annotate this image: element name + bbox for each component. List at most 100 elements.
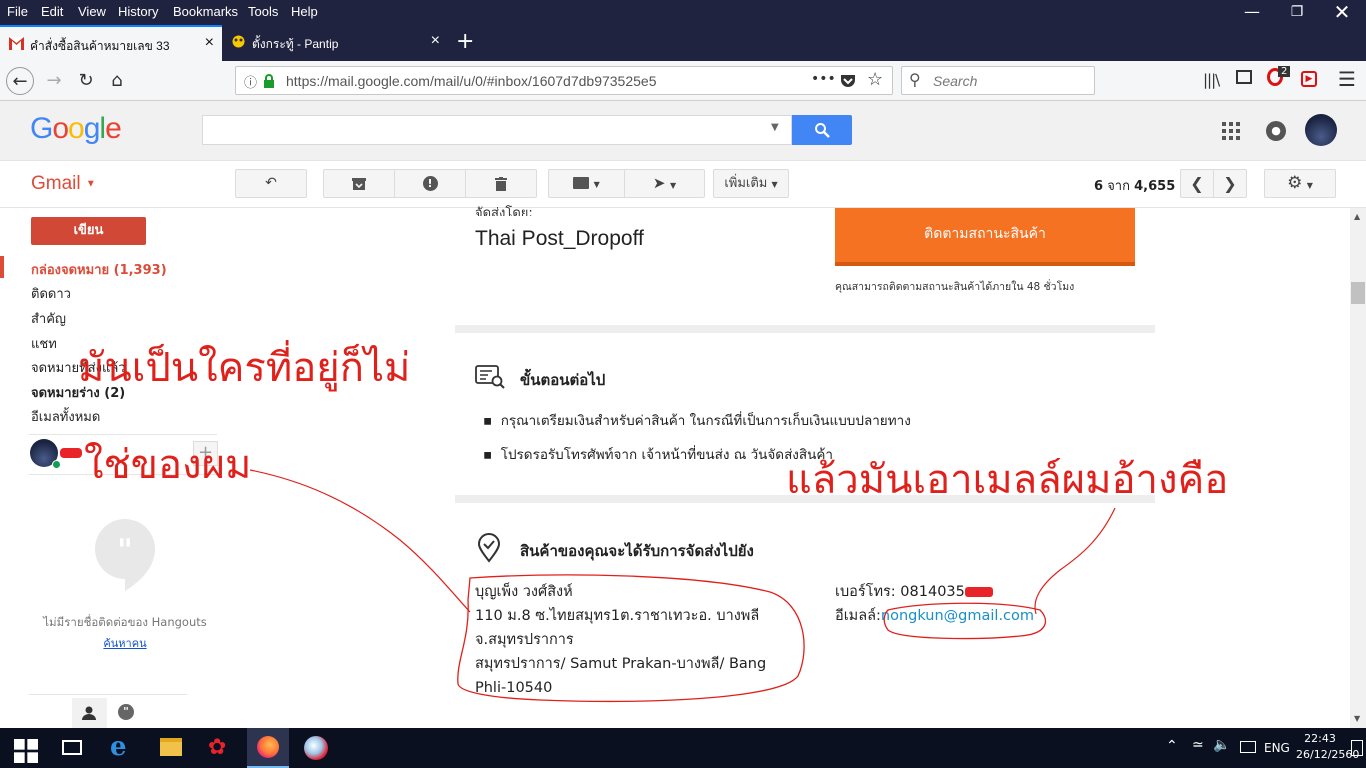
firefox-icon [257,736,279,758]
firefox-taskbar-item[interactable] [247,728,289,768]
new-tab-button[interactable]: + [456,29,474,54]
settings-button[interactable]: ⚙ ▼ [1264,169,1336,198]
search-options-chevron-down-icon[interactable]: ▼ [771,122,779,133]
bookmark-star-icon[interactable]: ☆ [867,69,883,90]
chevron-right-icon: ❯ [1223,174,1237,193]
next-step-text: โปรดรอรับโทรศัพท์จาก เจ้าหน้าที่ขนส่ง ณ … [500,447,833,463]
labels-button[interactable]: ➤ ▼ [624,169,705,198]
gear-icon: ⚙ [1287,173,1303,193]
show-hidden-icons-chevron-up-icon[interactable]: ⌃ [1166,738,1178,754]
action-center-icon[interactable] [1351,740,1363,756]
more-label: เพิ่มเติม [724,176,768,191]
garena-icon[interactable]: ✿ [208,735,232,760]
tab-close-icon[interactable]: × [431,32,440,50]
annotation-text-right: แล้วมันเอาเมลล์ผมอ้างคือ [786,457,1229,503]
back-arrow-icon: ↶ [265,175,277,191]
apps-grid-icon[interactable] [1222,122,1240,140]
url-bar[interactable]: ⓘ https://mail.google.com/mail/u/0/#inbo… [235,66,893,95]
clock-time: 22:43 [1304,732,1336,745]
clock[interactable]: 22:43 26/12/2560 [1296,731,1359,763]
address-line: 110 ม.8 ซ.ไทยสมุทร1ต.ราชาเทวะอ. บางพลี [475,608,760,624]
menu-bookmarks[interactable]: Bookmarks [173,4,238,19]
location-pin-icon [477,533,501,563]
account-avatar[interactable] [1305,114,1337,146]
hangouts-tab-icon[interactable]: " [118,704,134,720]
next-step-text: กรุณาเตรียมเงินสำหรับค่าสินค้า ในกรณีที่… [500,413,911,429]
move-to-button[interactable]: ▼ [548,169,625,198]
hamburger-menu-icon[interactable]: ☰ [1338,67,1356,91]
menu-edit[interactable]: Edit [41,4,63,19]
scroll-down-icon[interactable]: ▼ [1354,714,1360,723]
back-arrow-icon[interactable]: ← [6,67,34,95]
email-label: อีเมลล์: [835,608,881,624]
search-icon: ⚲ [909,70,921,89]
tab-bar: คำสั่งซื้อสินค้าหมายเลข 33399595 × ตั้งก… [0,25,1366,61]
report-spam-button[interactable]: ! [394,169,466,198]
older-button[interactable]: ❯ [1213,169,1247,198]
menu-tools[interactable]: Tools [248,4,278,19]
archive-button[interactable] [323,169,395,198]
url-text[interactable]: https://mail.google.com/mail/u/0/#inbox/… [286,73,656,89]
task-view-icon[interactable] [62,740,82,755]
annotation-text-left: มันเป็นใครที่อยู่ก็ไม่ [78,345,411,391]
contacts-tab[interactable] [72,698,107,728]
tab-title: คำสั่งซื้อสินค้าหมายเลข 33399595 [30,39,170,53]
gmail-search-input[interactable]: ▼ [202,115,792,145]
sidebar-nav-item[interactable]: อีเมลทั้งหมด [31,406,100,427]
chevron-down-icon: ▼ [85,178,96,190]
maximize-icon[interactable]: ❐ [1277,4,1317,20]
browser-search-box[interactable]: ⚲ Search [901,66,1095,95]
gmail-menu-label[interactable]: Gmail ▼ [31,173,96,195]
next-step-item: ▪ โปรดรอรับโทรศัพท์จาก เจ้าหน้าที่ขนส่ง … [483,447,833,463]
compose-button[interactable]: เขียน [31,217,146,245]
back-to-inbox-button[interactable]: ↶ [235,169,307,198]
pocket-icon[interactable] [840,74,856,89]
info-icon[interactable]: ⓘ [244,72,257,91]
sidebar-nav-item[interactable]: สำคัญ [31,308,66,329]
network-wifi-icon[interactable]: ≃ [1192,737,1204,753]
google-logo[interactable]: Google [30,112,122,146]
extension-icon[interactable]: ▶ [1301,71,1317,87]
library-icon[interactable]: |||\ [1203,71,1220,89]
delete-button[interactable] [465,169,537,198]
keyboard-icon[interactable] [1240,741,1256,753]
track-status-button[interactable]: ติดตามสถานะสินค้า [835,208,1135,266]
menu-view[interactable]: View [78,4,106,19]
sidebar-icon[interactable] [1236,70,1252,84]
gmail-header: Google ▼ ● [0,101,1366,161]
ship-to-title: สินค้าของคุณจะได้รับการจัดส่งไปยัง [520,542,754,560]
page-actions-icon[interactable]: ••• [811,71,836,87]
notifications-bell-icon[interactable]: ● [1266,121,1286,141]
scroll-up-icon[interactable]: ▲ [1354,212,1360,221]
redaction-scribble [964,587,993,597]
find-people-link[interactable]: ค้นหาคน [30,634,220,652]
scroll-thumb[interactable] [1351,282,1365,304]
sidebar-nav-item[interactable]: แชท [31,333,57,354]
edge-browser-icon[interactable]: e [110,732,134,762]
volume-icon[interactable]: 🔈 [1213,737,1230,753]
email-link[interactable]: nongkun@gmail.com [881,608,1034,624]
reload-icon[interactable]: ↻ [72,67,100,95]
file-explorer-icon[interactable] [160,738,182,756]
menu-history[interactable]: History [118,4,158,19]
gmail-search-button[interactable] [792,115,852,145]
language-indicator[interactable]: ENG [1264,741,1290,755]
tab-pantip[interactable]: ตั้งกระทู้ - Pantip × [222,25,448,61]
online-status-dot [52,460,61,469]
home-icon[interactable]: ⌂ [103,67,131,95]
menu-file[interactable]: File [7,4,28,19]
tab-gmail-order[interactable]: คำสั่งซื้อสินค้าหมายเลข 33399595 × [0,25,222,61]
vertical-scrollbar[interactable]: ▲ ▼ [1350,208,1366,728]
windows-start-icon[interactable] [14,739,38,763]
svg-text:": " [117,533,133,568]
sidebar-nav-item[interactable]: กล่องจดหมาย (1,393) [31,259,167,280]
forward-arrow-icon[interactable]: → [40,67,68,95]
sidebar-nav-item[interactable]: ติดดาว [31,283,71,304]
paint-icon[interactable] [304,736,328,760]
newer-button[interactable]: ❮ [1180,169,1214,198]
menu-help[interactable]: Help [291,4,318,19]
close-window-icon[interactable]: ✕ [1322,0,1362,24]
more-button[interactable]: เพิ่มเติม ▼ [713,169,789,198]
tab-close-icon[interactable]: × [205,34,214,52]
minimize-icon[interactable]: — [1232,2,1272,21]
